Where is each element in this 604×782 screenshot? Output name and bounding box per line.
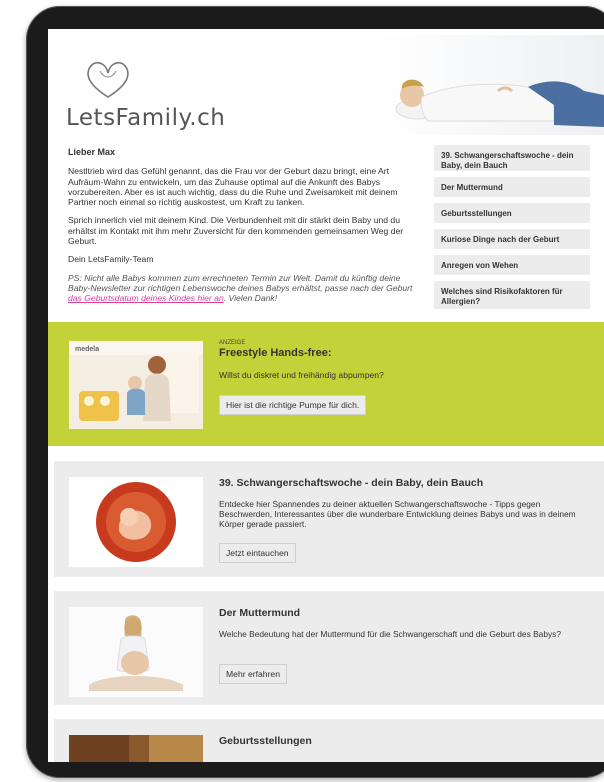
sidebar-item-ssw39[interactable]: 39. Schwangerschaftswoche - dein Baby, d… (434, 145, 590, 171)
sidebar-item-wehen[interactable]: Anregen von Wehen (434, 255, 590, 275)
ad-text: Willst du diskret und freihändig abpumpe… (219, 370, 384, 380)
sidebar-item-muttermund[interactable]: Der Muttermund (434, 177, 590, 197)
intro-text: Lieber Max Nestltrieb wird das Gefühl ge… (68, 147, 420, 312)
greeting: Lieber Max (68, 147, 116, 157)
article-pregnant-yoga-image (69, 607, 203, 697)
article-fetus-image (69, 477, 203, 567)
signature: Dein LetsFamily-Team (68, 254, 154, 265)
sidebar-item-allergien[interactable]: Welches sind Risikofaktoren für Allergie… (434, 281, 590, 309)
ad-breastpump-image: medela (69, 341, 203, 429)
article-title[interactable]: Der Muttermund (219, 607, 300, 619)
hero-pregnant-woman-image (378, 35, 604, 135)
birthdate-link[interactable]: das Geburtsdatum deines Kindes hier an (68, 293, 224, 303)
ad-tag: ANZEIGE (219, 340, 246, 346)
logo-heart-icon (87, 61, 129, 98)
article-card-muttermund[interactable]: Der Muttermund Welche Bedeutung hat der … (54, 591, 604, 705)
intro-paragraph-1: Nestltrieb wird das Gefühl genannt, das … (68, 166, 398, 208)
article-birth-position-image (69, 735, 203, 762)
brand-logo[interactable]: LetsFamily.ch (66, 105, 225, 131)
article-card-geburtsstellungen[interactable]: Geburtsstellungen (54, 719, 604, 762)
article-title[interactable]: 39. Schwangerschaftswoche - dein Baby, d… (219, 477, 483, 489)
article-title[interactable]: Geburtsstellungen (219, 735, 312, 747)
sidebar-item-geburtsstellungen[interactable]: Geburtsstellungen (434, 203, 590, 223)
intro-paragraph-2: Sprich innerlich viel mit deinem Kind. D… (68, 215, 404, 247)
ad-banner[interactable]: medela ANZEIGE Freestyle Hands-free: Wil… (48, 322, 604, 446)
sidebar-topics: 39. Schwangerschaftswoche - dein Baby, d… (434, 145, 590, 315)
ps-end: . Vielen Dank! (223, 293, 278, 304)
article-description: Welche Bedeutung hat der Muttermund für … (219, 629, 562, 639)
article-card-ssw39[interactable]: 39. Schwangerschaftswoche - dein Baby, d… (54, 461, 604, 577)
newsletter-screen[interactable]: LetsFamily.ch Lieber Max Nestltrieb wird… (48, 29, 604, 762)
ad-title[interactable]: Freestyle Hands-free: (219, 347, 332, 359)
ps-text: PS: Nicht alle Babys kommen zum errechne… (68, 272, 413, 293)
ad-brand-mark: medela (75, 346, 99, 353)
ad-cta-button[interactable]: Hier ist die richtige Pumpe für dich. (219, 395, 367, 415)
jetzt-eintauchen-button[interactable]: Jetzt eintauchen (219, 543, 296, 563)
sidebar-item-kuriose-dinge[interactable]: Kuriose Dinge nach der Geburt (434, 229, 590, 249)
article-description: Entdecke hier Spannendes zu deiner aktue… (219, 499, 576, 530)
newsletter-header: LetsFamily.ch (48, 29, 604, 143)
mehr-erfahren-button[interactable]: Mehr erfahren (219, 664, 287, 684)
ps-note: PS: Nicht alle Babys kommen zum errechne… (68, 273, 420, 304)
